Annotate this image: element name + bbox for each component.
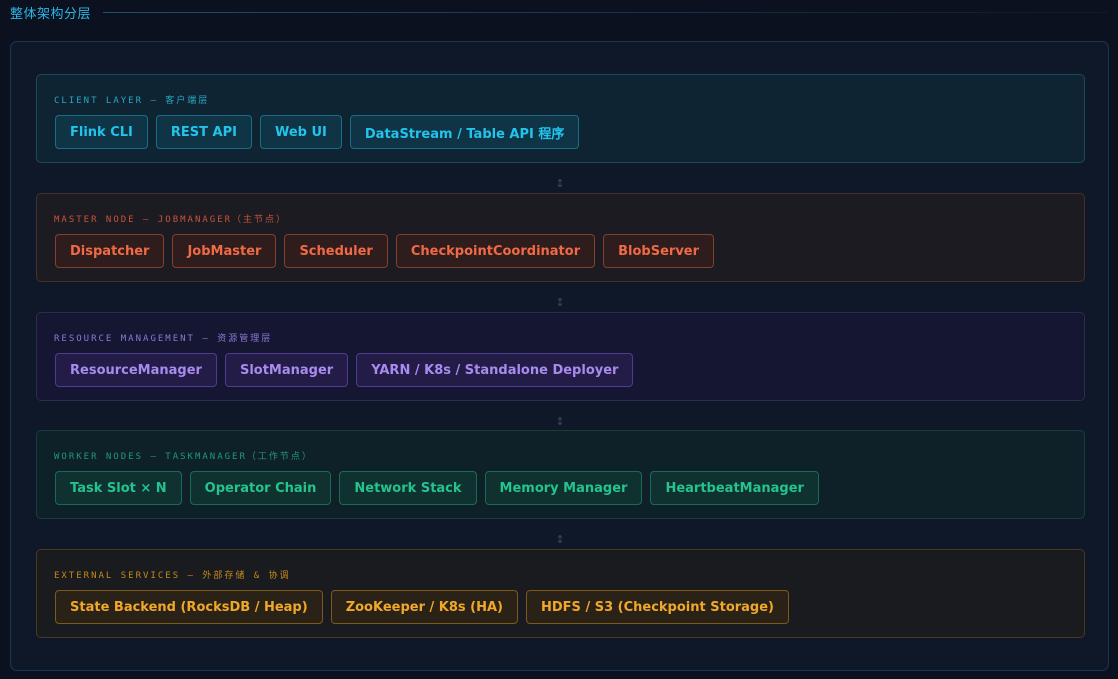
layer-master-node: MASTER NODE — JOBMANAGER（主节点） Dispatcher…: [36, 193, 1085, 282]
layer-external-services: EXTERNAL SERVICES — 外部存储 & 协调 State Back…: [36, 549, 1085, 638]
chip-slotmanager[interactable]: SlotManager: [224, 353, 349, 387]
layer-title: WORKER NODES — TASKMANAGER（工作节点）: [54, 452, 313, 462]
chip-row: ResourceManager SlotManager YARN / K8s /…: [55, 353, 634, 387]
chip-datastream-table-api[interactable]: DataStream / Table API 程序: [349, 115, 580, 149]
chip-dispatcher[interactable]: Dispatcher: [55, 234, 165, 268]
layer-title: EXTERNAL SERVICES — 外部存储 & 协调: [54, 571, 291, 581]
section-header: 整体架构分层: [10, 4, 1108, 22]
chip-jobmaster[interactable]: JobMaster: [172, 234, 277, 268]
section-divider: [103, 11, 1108, 13]
layer-connector-arrow-icon: ↕: [555, 415, 565, 428]
layer-worker-nodes: WORKER NODES — TASKMANAGER（工作节点） Task Sl…: [36, 430, 1085, 519]
chip-checkpoint-coordinator[interactable]: CheckpointCoordinator: [395, 234, 596, 268]
layer-connector-arrow-icon: ↕: [555, 533, 565, 546]
layer-title: CLIENT LAYER — 客户端层: [54, 96, 210, 106]
chip-web-ui[interactable]: Web UI: [259, 115, 342, 149]
chip-row: Task Slot × N Operator Chain Network Sta…: [55, 471, 819, 505]
chip-row: State Backend (RocksDB / Heap) ZooKeeper…: [55, 590, 789, 624]
chip-network-stack[interactable]: Network Stack: [339, 471, 477, 505]
chip-heartbeat-manager[interactable]: HeartbeatManager: [650, 471, 819, 505]
layer-client: CLIENT LAYER — 客户端层 Flink CLI REST API W…: [36, 74, 1085, 163]
chip-flink-cli[interactable]: Flink CLI: [55, 115, 148, 149]
chip-rest-api[interactable]: REST API: [155, 115, 252, 149]
architecture-panel: CLIENT LAYER — 客户端层 Flink CLI REST API W…: [10, 41, 1109, 671]
layer-title: MASTER NODE — JOBMANAGER（主节点）: [54, 215, 288, 225]
layer-resource-management: RESOURCE MANAGEMENT — 资源管理层 ResourceMana…: [36, 312, 1085, 401]
chip-task-slot[interactable]: Task Slot × N: [55, 471, 182, 505]
chip-scheduler[interactable]: Scheduler: [284, 234, 388, 268]
chip-row: Dispatcher JobMaster Scheduler Checkpoin…: [55, 234, 715, 268]
chip-hdfs-s3[interactable]: HDFS / S3 (Checkpoint Storage): [526, 590, 789, 624]
chip-deployer[interactable]: YARN / K8s / Standalone Deployer: [356, 353, 634, 387]
chip-operator-chain[interactable]: Operator Chain: [189, 471, 332, 505]
chip-blobserver[interactable]: BlobServer: [603, 234, 715, 268]
layer-connector-arrow-icon: ↕: [555, 296, 565, 309]
chip-state-backend[interactable]: State Backend (RocksDB / Heap): [55, 590, 323, 624]
chip-zookeeper[interactable]: ZooKeeper / K8s (HA): [330, 590, 518, 624]
layer-connector-arrow-icon: ↕: [555, 177, 565, 190]
chip-row: Flink CLI REST API Web UI DataStream / T…: [55, 115, 580, 149]
chip-resourcemanager[interactable]: ResourceManager: [55, 353, 217, 387]
section-title: 整体架构分层: [10, 6, 92, 22]
layer-title: RESOURCE MANAGEMENT — 资源管理层: [54, 334, 273, 344]
chip-memory-manager[interactable]: Memory Manager: [484, 471, 643, 505]
